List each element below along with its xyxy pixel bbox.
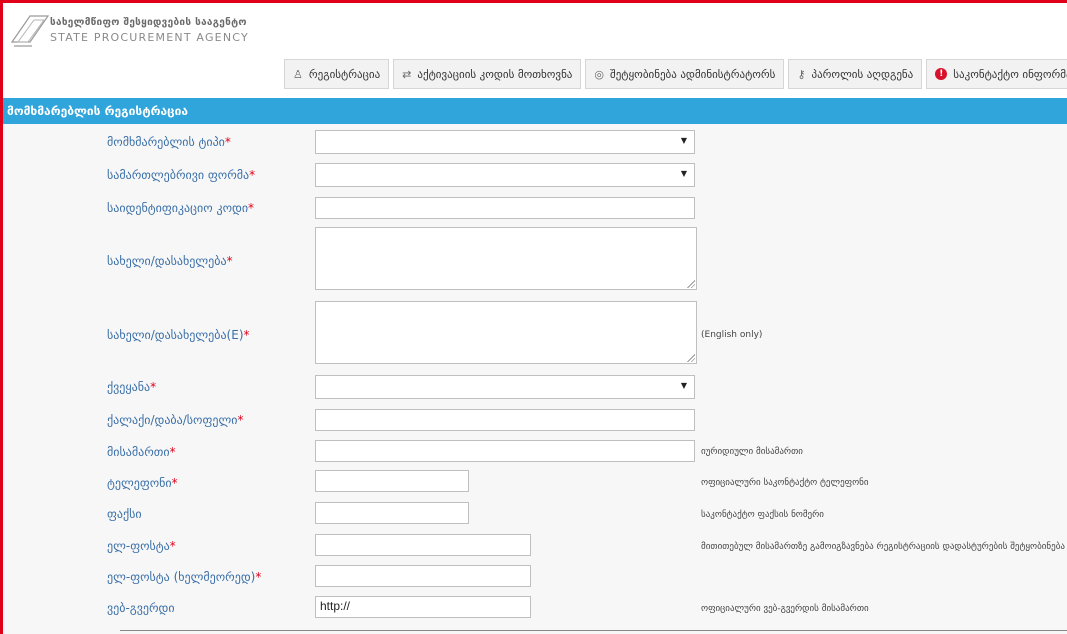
id-code-label: საიდენტიფიკაციო კოდი* bbox=[107, 201, 255, 215]
section-title: მომხმარებლის რეგისტრაცია bbox=[7, 104, 189, 118]
nav-label: საკონტაქტო ინფორმაცია bbox=[953, 67, 1067, 81]
message-icon: ◎ bbox=[594, 67, 605, 81]
name-textarea[interactable] bbox=[315, 227, 697, 290]
website-hint: ოფიციალური ვებ-გვერდის მისამართი bbox=[701, 604, 869, 614]
user-type-label: მომხმარებლის ტიპი* bbox=[107, 135, 231, 149]
nav-label: აქტივაციის კოდის მოთხოვნა bbox=[417, 67, 573, 81]
resize-handle-icon[interactable] bbox=[687, 280, 695, 288]
id-code-input[interactable] bbox=[315, 197, 695, 219]
swap-arrows-icon: ⇄ bbox=[402, 67, 412, 81]
section-title-bar: მომხმარებლის რეგისტრაცია bbox=[3, 98, 1067, 124]
nav-label: შეტყობინება ადმინისტრატორს bbox=[610, 67, 776, 81]
country-select[interactable] bbox=[315, 375, 695, 399]
website-input[interactable]: http:// bbox=[315, 596, 531, 618]
phone-hint: ოფიციალური საკონტაქტო ტელეფონი bbox=[701, 478, 869, 488]
name-english-textarea[interactable] bbox=[315, 301, 697, 364]
address-hint: იურიდიული მისამართი bbox=[701, 447, 803, 457]
phone-label: ტელეფონი* bbox=[107, 476, 178, 490]
legal-form-label: სამართლებრივი ფორმა* bbox=[107, 168, 256, 182]
nav-message-admin-button[interactable]: ◎ შეტყობინება ადმინისტრატორს bbox=[585, 59, 785, 89]
info-icon: ! bbox=[935, 68, 948, 80]
country-label: ქვეყანა* bbox=[107, 380, 157, 394]
key-icon: ⚷ bbox=[797, 67, 806, 81]
user-icon: ♙ bbox=[293, 67, 303, 81]
nav-contact-info-button[interactable]: ! საკონტაქტო ინფორმაცია bbox=[926, 59, 1067, 89]
fax-input[interactable] bbox=[315, 502, 469, 524]
nav-label: რეგისტრაცია bbox=[308, 67, 381, 81]
agency-logo-icon bbox=[10, 15, 50, 47]
email-hint: მითითებულ მისამართზე გამოიგზავნება რეგის… bbox=[701, 542, 1065, 552]
fax-label: ფაქსი bbox=[107, 507, 142, 521]
city-input[interactable] bbox=[315, 409, 695, 431]
name-label: სახელი/დასახელება* bbox=[107, 254, 233, 268]
name-english-label: სახელი/დასახელება(E)* bbox=[107, 328, 250, 342]
top-navigation: ♙ რეგისტრაცია ⇄ აქტივაციის კოდის მოთხოვნ… bbox=[284, 59, 1067, 89]
address-input[interactable] bbox=[315, 440, 695, 462]
email-repeat-label: ელ-ფოსტა (ხელმეორედ)* bbox=[107, 570, 262, 584]
email-label: ელ-ფოსტა* bbox=[107, 539, 176, 553]
website-label: ვებ-გვერდი bbox=[107, 601, 175, 615]
resize-handle-icon[interactable] bbox=[687, 354, 695, 362]
form-divider bbox=[120, 630, 1067, 631]
nav-label: პაროლის აღდგენა bbox=[811, 67, 914, 81]
nav-activation-code-button[interactable]: ⇄ აქტივაციის კოდის მოთხოვნა bbox=[393, 59, 582, 89]
phone-input[interactable] bbox=[315, 470, 469, 492]
email-input[interactable] bbox=[315, 534, 531, 556]
nav-register-button[interactable]: ♙ რეგისტრაცია bbox=[284, 59, 390, 89]
user-type-select[interactable] bbox=[315, 130, 695, 154]
name-english-hint: (English only) bbox=[701, 330, 763, 340]
address-label: მისამართი* bbox=[107, 445, 176, 459]
brand-name-georgian: სახელმწიფო შესყიდვების სააგენტო bbox=[50, 17, 247, 28]
city-label: ქალაქი/დაბა/სოფელი* bbox=[107, 413, 244, 427]
email-repeat-input[interactable] bbox=[315, 565, 531, 587]
legal-form-select[interactable] bbox=[315, 163, 695, 187]
fax-hint: საკონტაქტო ფაქსის ნომერი bbox=[701, 510, 824, 520]
nav-password-recovery-button[interactable]: ⚷ პაროლის აღდგენა bbox=[788, 59, 923, 89]
brand-name-english: STATE PROCUREMENT AGENCY bbox=[50, 31, 249, 44]
